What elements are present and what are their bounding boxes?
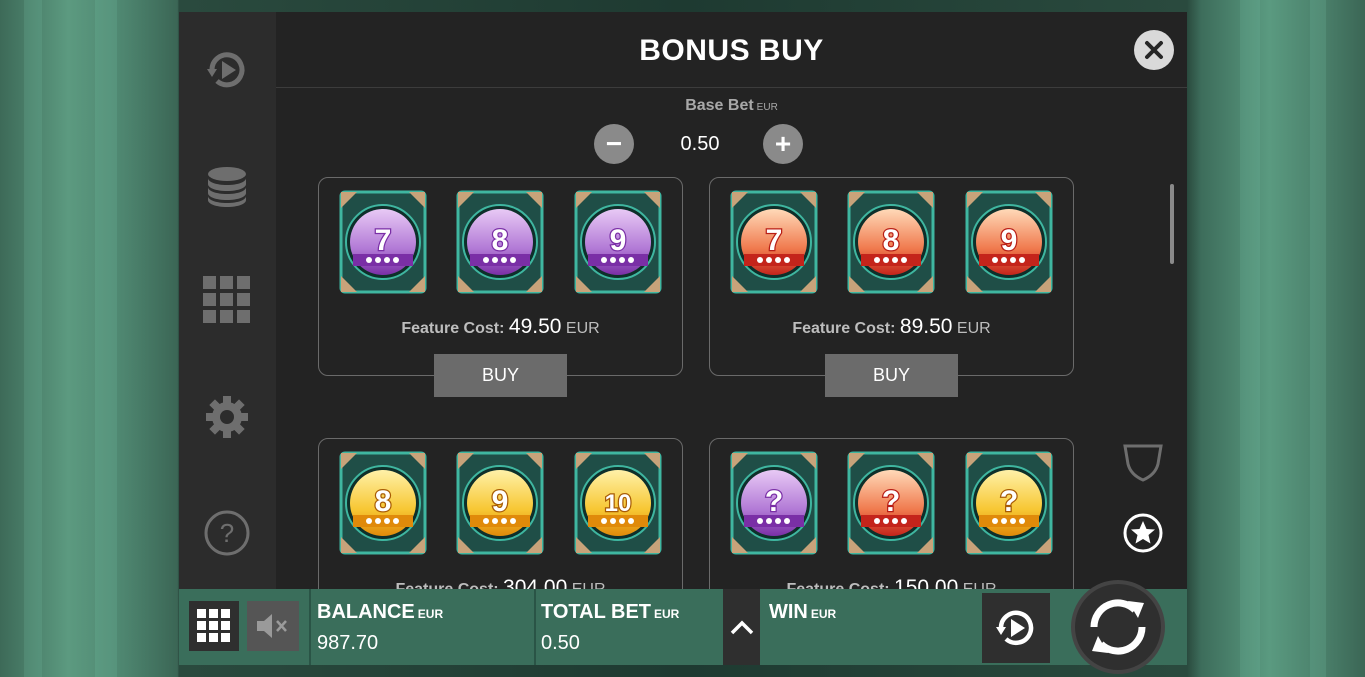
dialog-title: BONUS BUY [639,34,824,67]
autoplay-icon[interactable] [203,46,251,94]
win-unit: EUR [810,607,837,621]
symbol-purple-tile: 7 [339,190,427,294]
autoplay-icon [996,610,1034,645]
symbol-glyph: 7 [766,224,783,257]
feature-cost-unit: EUR [952,320,991,337]
feature-cost-unit: EUR [561,320,600,337]
symbol-glyph: 10 [605,490,632,517]
symbol-glyph: ? [1000,485,1018,518]
side-rail: ? [179,12,276,589]
feature-cost-label: Feature Cost: [395,581,503,589]
symbol-glyph: 8 [492,224,509,257]
balance-value: 987.70 [317,632,379,654]
feature-symbols: 7 8 9 [730,190,1055,294]
symbol-glyph: 8 [375,485,392,518]
win-label: WIN EUR [769,601,836,624]
feature-card: 7 8 9 Feature Cost: 89.50 EUR BUY [709,177,1074,397]
symbol-gold-tile: 9 [456,451,544,555]
feature-cost: Feature Cost: 49.50 EUR [319,315,682,339]
feature-cost-label: Feature Cost: [786,581,894,589]
title-divider [276,87,1187,88]
feature-cost-label: Feature Cost: [401,320,509,337]
close-icon [1145,41,1163,59]
coins-icon[interactable] [203,161,251,209]
balance-label: BALANCE EUR [317,601,443,624]
increase-bet-button[interactable]: + [763,124,803,164]
symbol-purple-tile: ? [730,451,818,555]
base-bet-text: Base Bet [685,97,754,114]
symbol-red-tile: 8 [847,190,935,294]
win-label-text: WIN [769,601,808,623]
symbol-red-tile: 9 [965,190,1053,294]
feature-symbols: 7 8 9 [339,190,664,294]
autoplay-button[interactable] [982,593,1050,663]
balance-label-text: BALANCE [317,601,415,623]
symbol-glyph: 9 [610,224,627,257]
feature-cost: Feature Cost: 89.50 EUR [710,315,1073,339]
symbol-glyph: 9 [492,485,509,518]
base-bet-value: 0.50 [680,133,720,155]
feature-cost: Feature Cost: 150.00 EUR [710,576,1073,589]
symbol-gold-tile: ? [965,451,1053,555]
symbol-red-tile: 7 [730,190,818,294]
feature-cost-value: 150.00 [894,576,959,589]
total-bet-value: 0.50 [541,632,580,654]
symbol-purple-tile: 9 [574,190,662,294]
symbol-glyph: 7 [375,224,392,257]
menu-grid-icon [197,609,230,642]
chevron-up-icon [730,620,753,635]
menu-button[interactable] [189,601,239,651]
close-button[interactable] [1134,30,1174,70]
paytable-grid-icon[interactable] [203,276,251,324]
feature-cost-unit: EUR [958,581,997,589]
star-badge-icon[interactable] [1123,513,1163,558]
feature-symbols: 8 9 10 [339,451,664,555]
feature-cost-unit: EUR [567,581,606,589]
spin-button[interactable] [1071,580,1165,674]
sound-muted-icon [257,614,287,638]
total-bet-label-text: TOTAL BET [541,601,651,623]
spin-arrows-icon [1090,599,1146,655]
feature-cost-value: 49.50 [508,315,562,338]
feature-symbols: ??? [730,451,1055,555]
svg-text:?: ? [220,518,234,548]
base-bet-label: Base Bet EUR [276,97,1187,115]
base-bet-unit: EUR [756,102,778,113]
symbol-gold-tile: 8 [339,451,427,555]
feature-cost-label: Feature Cost: [792,320,900,337]
help-icon[interactable]: ? [203,509,251,557]
buy-button[interactable]: BUY [434,354,567,397]
buy-button[interactable]: BUY [825,354,958,397]
feature-cost-value: 304.00 [503,576,568,589]
balance-unit: EUR [417,607,444,621]
symbol-glyph: 8 [883,224,900,257]
feature-card: ???Feature Cost: 150.00 EURBUY [709,438,1074,589]
symbol-glyph: ? [882,485,900,518]
total-bet-label: TOTAL BET EUR [541,601,679,624]
feature-card: 8910Feature Cost: 304.00 EURBUY [318,438,683,589]
symbol-gold-tile: 10 [574,451,662,555]
bonus-buy-content: BONUS BUY Base Bet EUR − 0.50 + 7 8 9 Featur… [276,12,1187,589]
shield-icon[interactable] [1122,442,1164,489]
symbol-glyph: 9 [1001,224,1018,257]
bottom-bar: BALANCE EUR 987.70 TOTAL BET EUR 0.50 WIN E… [179,580,1187,674]
decrease-bet-button[interactable]: − [594,124,634,164]
settings-gear-icon[interactable] [203,393,251,441]
symbol-purple-tile: 8 [456,190,544,294]
bet-expand-button[interactable] [723,589,760,665]
feature-card: 7 8 9 Feature Cost: 49.50 EUR BUY [318,177,683,397]
feature-cost-value: 89.50 [899,315,953,338]
symbol-glyph: ? [765,485,783,518]
mute-button[interactable] [247,601,299,651]
feature-cost: Feature Cost: 304.00 EUR [319,576,682,589]
total-bet-unit: EUR [654,607,680,621]
scrollbar[interactable] [1170,184,1174,264]
symbol-red-tile: ? [847,451,935,555]
bonus-buy-dialog: ? BONUS BUY Base Bet EUR − 0.50 + 7 8 9 Feat… [179,12,1187,674]
